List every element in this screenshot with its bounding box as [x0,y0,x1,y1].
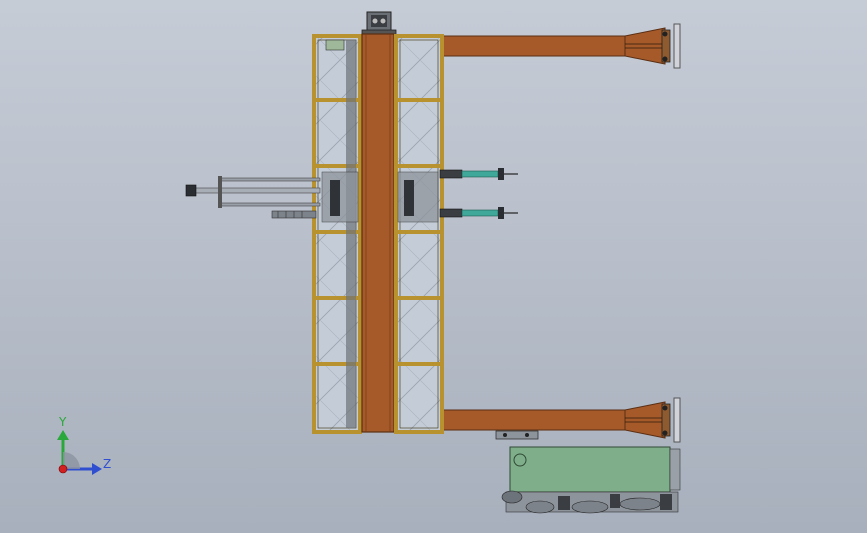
left-frame-column [312,34,362,434]
z-axis-label: Z [103,457,111,471]
upper-arm-beam [439,23,681,69]
drive-motor-unit [501,446,681,514]
left-guide-rods [185,176,321,219]
y-axis-arrowhead [57,430,69,440]
top-mount-bracket [361,11,397,36]
assembly-drawing: Y Z [57,11,681,514]
y-axis-label: Y [58,415,67,429]
coordinate-triad[interactable]: Y Z [57,415,111,475]
right-pneumatic-cylinders [439,168,518,219]
central-column-beam [361,33,395,433]
right-frame-column [394,34,444,434]
cad-viewport[interactable]: Y Z [0,0,867,533]
x-axis-origin [58,464,68,474]
base-bracket [495,430,539,440]
z-axis-arrowhead [92,463,102,475]
lower-arm-beam [439,397,681,443]
